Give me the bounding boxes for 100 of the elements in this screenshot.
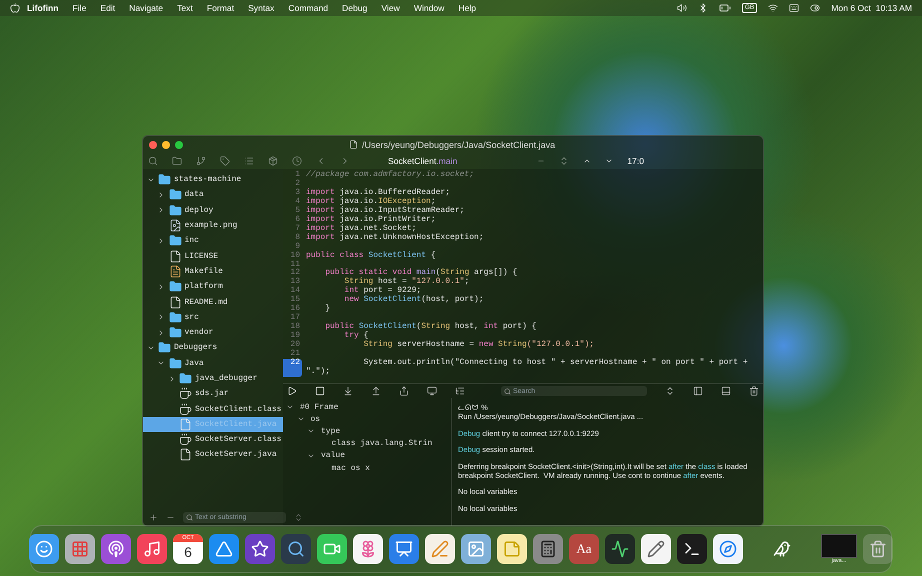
share-icon[interactable] [399, 386, 409, 396]
file-tree-item[interactable]: vendor [143, 324, 283, 340]
window-thumbnail[interactable] [821, 534, 857, 558]
trash-icon[interactable] [749, 386, 759, 396]
menu-item[interactable]: Window [406, 3, 452, 13]
variable-row[interactable]: value [283, 450, 451, 462]
code-line: int port = 9229; [343, 287, 422, 296]
magnifier-app-icon[interactable] [281, 534, 311, 564]
bluetooth-icon[interactable] [698, 3, 708, 13]
variable-row[interactable]: type [283, 425, 451, 438]
pen-app-icon[interactable] [425, 534, 455, 564]
variable-row[interactable]: mac os x [283, 462, 451, 474]
file-tree-item[interactable]: deploy [143, 202, 283, 218]
search-icon[interactable] [148, 156, 158, 166]
photo-app-icon[interactable] [461, 534, 491, 564]
pulse-chart-app-icon[interactable] [605, 534, 635, 564]
file-tree-item[interactable]: src [143, 310, 283, 325]
compass-app-icon[interactable] [713, 534, 743, 564]
panel-icon[interactable] [693, 386, 703, 396]
file-tree-item[interactable]: Debuggers [143, 340, 283, 356]
file-tree-item[interactable]: README.md [143, 294, 283, 310]
file-tree-item[interactable]: sds.jar [143, 386, 283, 402]
variable-row[interactable]: os [283, 413, 451, 426]
wifi-icon[interactable] [768, 3, 778, 13]
podcast-app-icon[interactable] [101, 534, 131, 564]
variable-row[interactable]: class java.lang.Strin [283, 438, 451, 450]
code-line: } [324, 305, 332, 314]
apple-icon[interactable] [10, 3, 20, 13]
line-number: 18 [289, 323, 301, 332]
grid-app-icon[interactable] [65, 534, 95, 564]
face-app-icon[interactable] [29, 534, 59, 564]
notes-app-icon[interactable] [497, 534, 527, 564]
file-tree-item[interactable]: data [143, 187, 283, 203]
video-camera-app-icon[interactable] [317, 534, 347, 564]
play-icon[interactable] [287, 386, 297, 396]
music-note-app-icon[interactable] [137, 534, 167, 564]
step-into-icon[interactable] [343, 386, 353, 396]
chevron-right-icon[interactable] [157, 282, 165, 291]
tag-icon[interactable] [220, 156, 230, 166]
stepper-icon[interactable] [665, 386, 675, 396]
flower-app-icon[interactable] [353, 534, 383, 564]
menu-item[interactable]: Edit [93, 3, 122, 13]
dictionary-app-icon[interactable]: Aa [569, 534, 599, 564]
breadcrumb[interactable]: SocketClient.main [388, 156, 458, 166]
battery-icon[interactable] [718, 2, 731, 14]
file-tree-item[interactable]: LICENSE [143, 248, 283, 264]
branch-icon[interactable] [196, 156, 206, 166]
stop-icon[interactable] [315, 386, 325, 396]
presentation-app-icon[interactable] [389, 534, 419, 564]
menu-item[interactable]: Command [281, 3, 336, 13]
menu-item[interactable]: Syntax [241, 3, 282, 13]
menu-item[interactable]: Text [170, 3, 200, 13]
line-number: 14 [289, 287, 301, 296]
close-button[interactable] [149, 140, 157, 148]
document-icon [349, 140, 358, 149]
menu-item[interactable]: File [66, 3, 94, 13]
file-tree-item[interactable]: java_debugger [143, 370, 283, 386]
variable-row[interactable]: #0 Frame [283, 401, 451, 414]
volume-icon[interactable] [676, 3, 687, 13]
file-tree-item[interactable]: SocketServer.class [143, 432, 283, 448]
menu-item[interactable]: Format [200, 3, 242, 13]
menu-item[interactable]: Navigate [122, 3, 170, 13]
dictionary-glyph: Aa [576, 541, 592, 557]
menu-clock[interactable]: Mon 6 Oct 10:13 AM [831, 3, 912, 13]
file-tree-item[interactable]: Java [143, 356, 283, 371]
step-out-icon[interactable] [371, 386, 381, 396]
zoom-button[interactable] [175, 140, 183, 148]
minimize-button[interactable] [162, 140, 170, 148]
file-tree-item[interactable]: Makefile [143, 264, 283, 280]
folder-icon [168, 326, 182, 340]
star-app-icon[interactable] [245, 534, 275, 564]
file-tree-item[interactable]: platform [143, 279, 283, 294]
file-tree-item[interactable]: example.png [143, 218, 283, 234]
file-tree-item[interactable]: SocketServer.java [143, 447, 283, 463]
code-editor[interactable] [283, 169, 763, 383]
panel-icon[interactable] [721, 386, 731, 396]
chevron-down-icon[interactable] [605, 157, 614, 165]
file-tree-item[interactable]: SocketClient.class [143, 401, 283, 417]
menu-item[interactable]: View [374, 3, 407, 13]
calculator-app-icon[interactable] [533, 534, 563, 564]
clock-icon[interactable] [292, 156, 302, 166]
add-icon[interactable] [149, 512, 158, 522]
keyboard-icon[interactable] [789, 3, 800, 13]
app-menu[interactable]: Lifofinn [20, 3, 66, 13]
code-line: import java.net.UnknownHostException; [306, 234, 485, 243]
file-tree-item[interactable]: inc [143, 233, 283, 248]
terminal-app-icon[interactable] [677, 534, 707, 564]
stepper-icon[interactable] [559, 156, 570, 166]
menu-item[interactable]: Debug [335, 3, 374, 13]
menu-item[interactable]: Help [451, 3, 484, 13]
control-center-icon[interactable] [810, 3, 820, 13]
line-number: 8 [294, 234, 301, 242]
pencil-app-icon[interactable] [641, 534, 671, 564]
chevron-up-icon[interactable] [583, 157, 592, 165]
box-icon[interactable] [268, 156, 278, 166]
file-tree-item[interactable]: states-machine [143, 172, 283, 188]
list-icon[interactable] [455, 386, 465, 396]
monitor-icon[interactable] [427, 386, 437, 396]
chevron-right-icon[interactable] [157, 236, 165, 245]
folder-icon[interactable] [172, 156, 182, 166]
